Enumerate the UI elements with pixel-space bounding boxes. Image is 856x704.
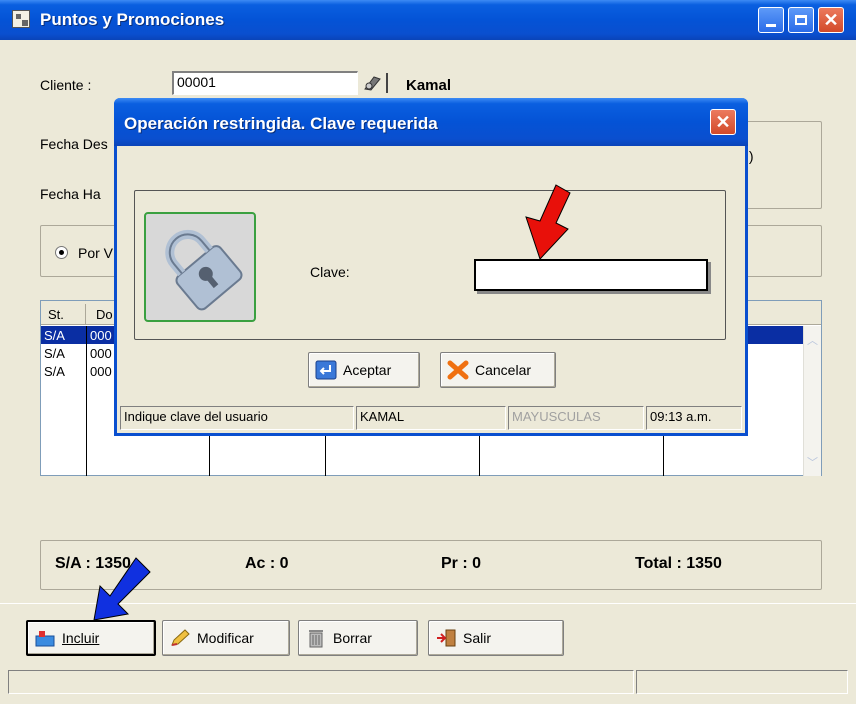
app-icon <box>12 10 30 28</box>
enter-icon <box>315 360 337 380</box>
red-arrow-annotation <box>518 183 578 263</box>
grid-cell: 000 <box>90 346 112 361</box>
aceptar-button[interactable]: Aceptar <box>308 352 420 388</box>
dialog-titlebar[interactable]: Operación restringida. Clave requerida ✕ <box>114 98 748 146</box>
main-titlebar[interactable]: Puntos y Promociones ✕ <box>0 0 856 40</box>
column-divider <box>86 326 87 476</box>
cancelar-label: Cancelar <box>475 362 532 378</box>
grid-header-st[interactable]: St. <box>45 306 64 323</box>
salir-button[interactable]: Salir <box>428 620 564 656</box>
scroll-down-icon[interactable]: ﹀ <box>807 454 818 470</box>
total-pr: Pr : 0 <box>441 555 482 572</box>
dialog-status-user: KAMAL <box>356 406 506 430</box>
dialog-status-caps: MAYUSCULAS <box>508 406 644 430</box>
minimize-button[interactable] <box>758 7 784 33</box>
cancel-x-icon <box>447 360 469 380</box>
lock-icon <box>144 212 256 322</box>
cliente-label: Cliente : <box>40 77 92 93</box>
total-total: Total : 1350 <box>635 555 722 572</box>
maximize-button[interactable] <box>788 7 814 33</box>
cliente-input[interactable]: 00001 <box>172 71 358 95</box>
borrar-button[interactable]: Borrar <box>298 620 418 656</box>
grid-cell: 000 <box>90 328 112 343</box>
exit-door-icon <box>435 628 457 648</box>
clave-input[interactable] <box>474 259 708 291</box>
trash-icon <box>305 628 327 648</box>
cancelar-button[interactable]: Cancelar <box>440 352 556 388</box>
right-group-box: :) <box>740 121 822 209</box>
aceptar-label: Aceptar <box>343 362 392 378</box>
dialog-title: Operación restringida. Clave requerida <box>124 114 438 133</box>
maximize-icon <box>795 15 807 25</box>
salir-label: Salir <box>463 630 492 646</box>
grid-cell: S/A <box>44 346 65 361</box>
blue-arrow-annotation <box>80 556 160 636</box>
close-button[interactable]: ✕ <box>818 7 844 33</box>
dialog-status-time: 09:13 a.m. <box>646 406 742 430</box>
total-ac: Ac : 0 <box>245 555 289 572</box>
grid-cell: S/A <box>44 364 65 379</box>
search-icon[interactable] <box>362 73 384 93</box>
borrar-label: Borrar <box>333 630 372 646</box>
separator <box>386 73 388 93</box>
grid-cell: 000 <box>90 364 112 379</box>
grid-cell: S/A <box>44 328 65 343</box>
radio-por-v-label: Por V <box>78 245 114 261</box>
scroll-up-icon[interactable]: ︿ <box>807 332 818 348</box>
radio-por-v[interactable] <box>55 246 68 259</box>
close-icon: ✕ <box>823 10 839 30</box>
fecha-hasta-label: Fecha Ha <box>40 186 101 202</box>
dialog-status-message: Indique clave del usuario <box>120 406 354 430</box>
add-basket-icon <box>34 628 56 648</box>
window-title: Puntos y Promociones <box>40 10 225 29</box>
minimize-icon <box>766 23 776 27</box>
close-icon: ✕ <box>715 112 731 132</box>
header-divider <box>85 304 86 324</box>
pencil-icon <box>169 628 191 648</box>
modificar-label: Modificar <box>197 630 254 646</box>
main-statusbar-cell <box>636 670 848 694</box>
main-statusbar-cell <box>8 670 634 694</box>
cliente-name: Kamal <box>406 77 452 94</box>
dialog-close-button[interactable]: ✕ <box>710 109 736 135</box>
modificar-button[interactable]: Modificar <box>162 620 290 656</box>
grid-scrollbar[interactable]: ︿ ﹀ <box>803 326 821 476</box>
grid-header-doc[interactable]: Do <box>93 306 113 323</box>
fecha-desde-label: Fecha Des <box>40 136 108 152</box>
clave-label: Clave: <box>310 264 350 280</box>
